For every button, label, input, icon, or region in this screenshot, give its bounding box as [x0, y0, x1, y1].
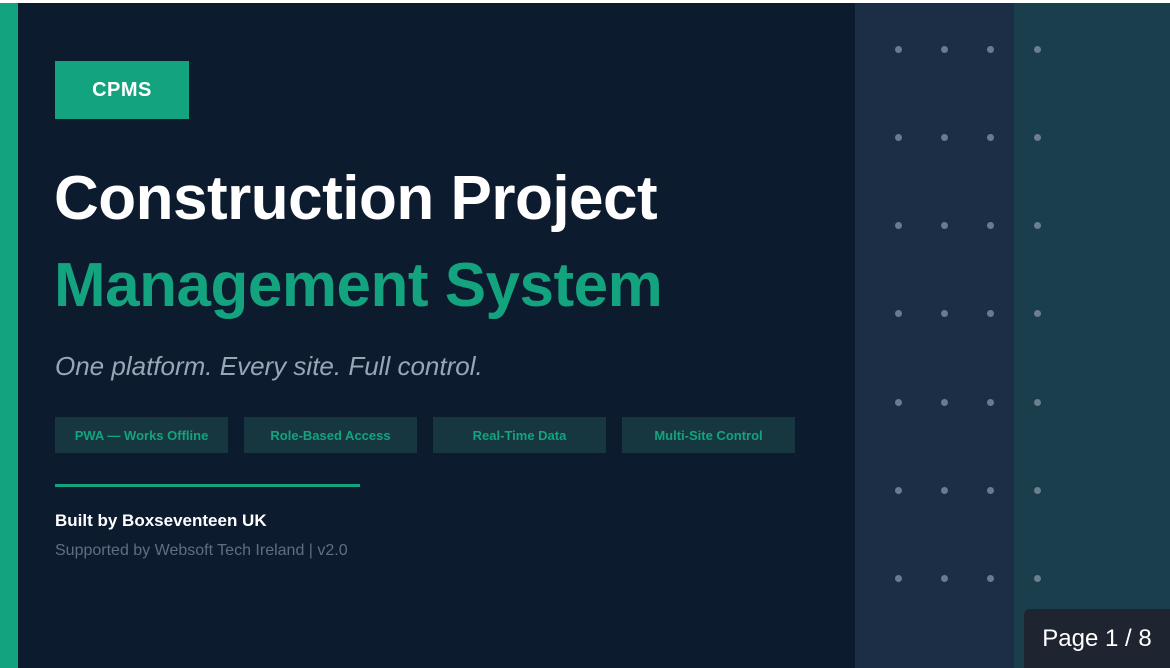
- title-line-2: Management System: [54, 251, 663, 320]
- decorative-dot: [895, 399, 902, 406]
- supported-by-text: Supported by Websoft Tech Ireland | v2.0: [55, 542, 348, 559]
- decorative-dot: [895, 310, 902, 317]
- decorative-dot: [941, 134, 948, 141]
- decorative-dot: [987, 310, 994, 317]
- dot-pattern: [855, 3, 1170, 668]
- decorative-dot: [895, 46, 902, 53]
- decorative-dot: [941, 399, 948, 406]
- presentation-slide: CPMS Construction Project Management Sys…: [0, 3, 1170, 668]
- decorative-dot: [895, 575, 902, 582]
- decorative-dot: [1034, 310, 1041, 317]
- decorative-dot: [941, 487, 948, 494]
- built-by-text: Built by Boxseventeen UK: [55, 511, 267, 530]
- decorative-dot: [941, 222, 948, 229]
- feature-chip: Role-Based Access: [244, 417, 417, 453]
- decorative-dot: [1034, 46, 1041, 53]
- decorative-dot: [1034, 575, 1041, 582]
- decorative-dot: [941, 310, 948, 317]
- decorative-dot: [987, 399, 994, 406]
- tagline: One platform. Every site. Full control.: [55, 351, 483, 381]
- cpms-badge: CPMS: [55, 61, 189, 119]
- accent-stripe: [0, 3, 18, 668]
- decorative-dot: [895, 222, 902, 229]
- decorative-dot: [895, 487, 902, 494]
- decorative-dot: [987, 487, 994, 494]
- feature-chips: PWA — Works Offline Role-Based Access Re…: [55, 417, 795, 453]
- feature-chip: Multi-Site Control: [622, 417, 795, 453]
- decorative-dot: [1034, 487, 1041, 494]
- page-indicator: Page 1 / 8: [1024, 609, 1170, 668]
- decorative-dot: [895, 134, 902, 141]
- decorative-dot: [1034, 134, 1041, 141]
- decorative-dot: [987, 575, 994, 582]
- decorative-dot: [987, 134, 994, 141]
- feature-chip: PWA — Works Offline: [55, 417, 228, 453]
- title-line-1: Construction Project: [54, 164, 658, 233]
- accent-divider: [55, 484, 360, 487]
- decorative-dot: [987, 46, 994, 53]
- decorative-dot: [941, 575, 948, 582]
- decorative-dot: [1034, 399, 1041, 406]
- feature-chip: Real-Time Data: [433, 417, 606, 453]
- decorative-dot: [941, 46, 948, 53]
- decorative-dot: [987, 222, 994, 229]
- decorative-dot: [1034, 222, 1041, 229]
